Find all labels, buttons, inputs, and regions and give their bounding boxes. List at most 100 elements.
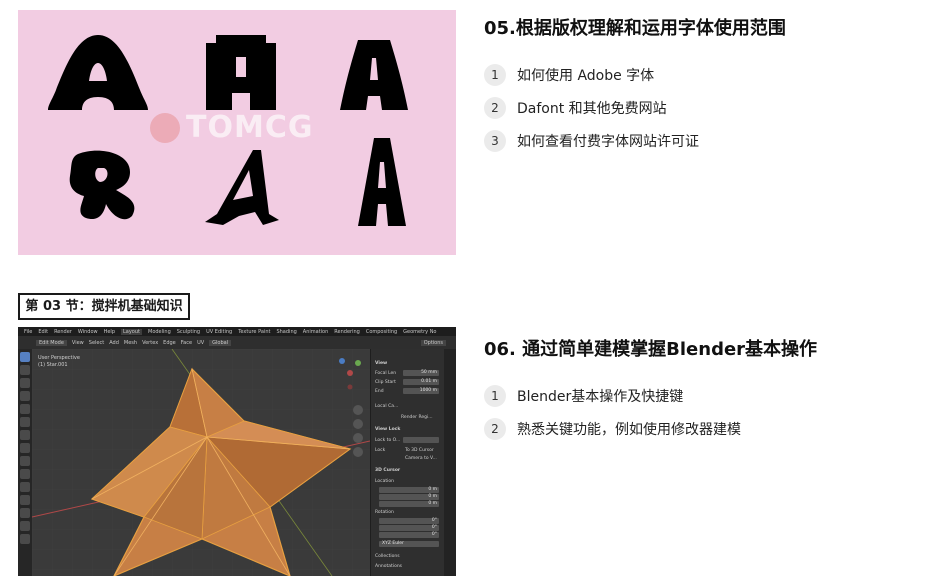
spin-tool-icon[interactable] bbox=[20, 534, 30, 544]
item-number-badge: 2 bbox=[484, 96, 506, 119]
camera-view-icon[interactable] bbox=[353, 433, 363, 443]
item-number-badge: 1 bbox=[484, 384, 506, 407]
cursor-tool-icon[interactable] bbox=[20, 365, 30, 375]
watermark-text: TOMCG bbox=[186, 110, 314, 145]
blender-toolbar bbox=[18, 349, 32, 576]
perspective-toggle-icon[interactable] bbox=[353, 447, 363, 457]
clip-end-field[interactable]: 1000 m bbox=[403, 388, 439, 394]
menu-file[interactable]: File bbox=[24, 329, 32, 335]
options-dropdown[interactable]: Options bbox=[420, 339, 446, 346]
header-menu-view[interactable]: View bbox=[72, 340, 84, 346]
workspace-tab-uv-editing[interactable]: UV Editing bbox=[206, 329, 232, 335]
menu-render[interactable]: Render bbox=[54, 329, 72, 335]
lock-to-object-field[interactable] bbox=[403, 437, 439, 443]
blender-viewport-header: Edit Mode View Select Add Mesh Vertex Ed… bbox=[18, 336, 456, 349]
blender-screenshot: File Edit Render Window Help Layout Mode… bbox=[18, 327, 456, 576]
workspace-tab-compositing[interactable]: Compositing bbox=[366, 329, 397, 335]
to-3d-cursor-checkbox[interactable]: To 3D Cursor bbox=[405, 448, 434, 453]
move-tool-icon[interactable] bbox=[20, 378, 30, 388]
glyph-a-flared bbox=[340, 40, 408, 110]
measure-tool-icon[interactable] bbox=[20, 443, 30, 453]
section-label: 第 03 节：搅拌机基础知识 bbox=[18, 293, 190, 320]
panel-view-lock-title[interactable]: View Lock bbox=[375, 427, 400, 432]
header-menu-uv[interactable]: UV bbox=[197, 340, 204, 346]
item-text: 如何查看付费字体网站许可证 bbox=[517, 133, 699, 150]
header-menu-mesh[interactable]: Mesh bbox=[124, 340, 137, 346]
workspace-tab-texture-paint[interactable]: Texture Paint bbox=[238, 329, 270, 335]
menu-window[interactable]: Window bbox=[78, 329, 98, 335]
course-title-05: 05.根据版权理解和运用字体使用范围 bbox=[484, 18, 786, 39]
location-y-field[interactable]: 0 m bbox=[379, 494, 439, 500]
blender-properties-sidebar: View Focal Len 50 mm Clip Start 0.01 m E… bbox=[370, 349, 445, 576]
panel-view-title[interactable]: View bbox=[375, 361, 387, 366]
workspace-tab-layout[interactable]: Layout bbox=[121, 328, 142, 335]
workspace-tab-shading[interactable]: Shading bbox=[276, 329, 296, 335]
select-tool-icon[interactable] bbox=[20, 352, 30, 362]
header-menu-select[interactable]: Select bbox=[89, 340, 104, 346]
transform-tool-icon[interactable] bbox=[20, 417, 30, 427]
local-camera-label[interactable]: Local Ca... bbox=[375, 404, 398, 409]
workspace-tab-modeling[interactable]: Modeling bbox=[148, 329, 171, 335]
menu-edit[interactable]: Edit bbox=[38, 329, 48, 335]
item-number-badge: 2 bbox=[484, 417, 506, 440]
header-menu-face[interactable]: Face bbox=[181, 340, 192, 346]
list-item: 2 Dafont 和其他免费网站 bbox=[484, 91, 914, 124]
location-x-field[interactable]: 0 m bbox=[379, 487, 439, 493]
item-text: 熟悉关键功能，例如使用修改器建模 bbox=[517, 421, 741, 438]
glyph-a-rounded bbox=[48, 35, 148, 110]
zoom-icon[interactable] bbox=[353, 405, 363, 415]
panel-annotations-title[interactable]: Annotations bbox=[375, 564, 402, 569]
blender-sidebar-tabs[interactable] bbox=[444, 349, 456, 576]
rotation-x-field[interactable]: 0° bbox=[379, 518, 439, 524]
rotation-y-field[interactable]: 0° bbox=[379, 525, 439, 531]
item-text: Dafont 和其他免费网站 bbox=[517, 100, 667, 117]
header-menu-vertex[interactable]: Vertex bbox=[142, 340, 158, 346]
blender-3d-viewport[interactable]: User Perspective (1) Star.001 bbox=[32, 349, 370, 576]
list-item: 1 Blender基本操作及快捷键 bbox=[484, 379, 914, 412]
blender-menubar: File Edit Render Window Help Layout Mode… bbox=[18, 327, 456, 336]
pan-hand-icon[interactable] bbox=[353, 419, 363, 429]
star-mesh bbox=[32, 349, 370, 576]
clip-start-field[interactable]: 0.01 m bbox=[403, 379, 439, 385]
rotate-tool-icon[interactable] bbox=[20, 391, 30, 401]
lock-label: Lock bbox=[375, 448, 386, 453]
header-menu-add[interactable]: Add bbox=[109, 340, 119, 346]
extrude-tool-icon[interactable] bbox=[20, 456, 30, 466]
panel-3d-cursor-title[interactable]: 3D Cursor bbox=[375, 468, 400, 473]
loop-cut-tool-icon[interactable] bbox=[20, 495, 30, 505]
glyph-a-slab bbox=[206, 35, 276, 110]
item-number-badge: 3 bbox=[484, 129, 506, 152]
rotation-label: Rotation bbox=[375, 510, 394, 515]
workspace-tab-geometry-nodes[interactable]: Geometry No bbox=[403, 329, 436, 335]
clip-start-label: Clip Start bbox=[375, 380, 396, 385]
inset-tool-icon[interactable] bbox=[20, 469, 30, 479]
rotation-z-field[interactable]: 0° bbox=[379, 532, 439, 538]
rotation-mode-dropdown[interactable]: XYZ Euler bbox=[379, 541, 439, 547]
workspace-tab-sculpting[interactable]: Sculpting bbox=[177, 329, 200, 335]
knife-tool-icon[interactable] bbox=[20, 508, 30, 518]
menu-help[interactable]: Help bbox=[104, 329, 115, 335]
header-menu-edge[interactable]: Edge bbox=[163, 340, 176, 346]
viewport-object-label: (1) Star.001 bbox=[38, 362, 68, 368]
focal-length-field[interactable]: 50 mm bbox=[403, 370, 439, 376]
annotate-tool-icon[interactable] bbox=[20, 430, 30, 440]
render-region-checkbox[interactable]: Render Regi... bbox=[401, 415, 433, 420]
camera-to-view-checkbox[interactable]: Camera to V... bbox=[405, 456, 437, 461]
scale-tool-icon[interactable] bbox=[20, 404, 30, 414]
mode-selector[interactable]: Edit Mode bbox=[36, 339, 67, 346]
workspace-tab-rendering[interactable]: Rendering bbox=[334, 329, 360, 335]
list-item: 1 如何使用 Adobe 字体 bbox=[484, 58, 914, 91]
poly-build-tool-icon[interactable] bbox=[20, 521, 30, 531]
location-label: Location bbox=[375, 479, 395, 484]
glyph-r-bubbly bbox=[69, 150, 135, 220]
workspace-tab-animation[interactable]: Animation bbox=[303, 329, 329, 335]
orientation-selector[interactable]: Global bbox=[209, 339, 232, 346]
location-z-field[interactable]: 0 m bbox=[379, 501, 439, 507]
item-text: 如何使用 Adobe 字体 bbox=[517, 67, 655, 84]
clip-end-label: End bbox=[375, 389, 384, 394]
bevel-tool-icon[interactable] bbox=[20, 482, 30, 492]
viewport-view-label: User Perspective bbox=[38, 355, 80, 361]
panel-collections-title[interactable]: Collections bbox=[375, 554, 400, 559]
course-block-06: 06. 通过简单建模掌握Blender基本操作 1 Blender基本操作及快捷… bbox=[484, 335, 914, 445]
course-block-05: 05.根据版权理解和运用字体使用范围 1 如何使用 Adobe 字体 2 Daf… bbox=[484, 14, 914, 157]
